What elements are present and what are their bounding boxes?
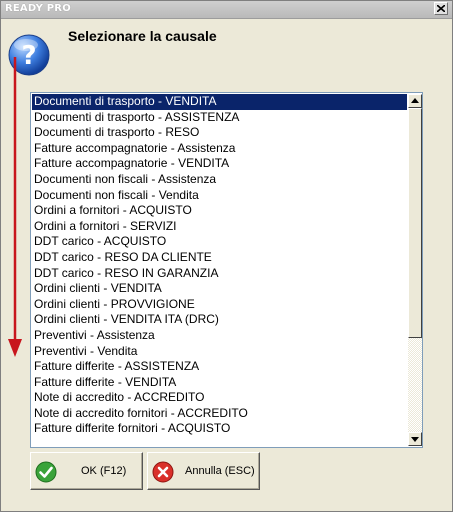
window-title: READY PRO bbox=[5, 3, 71, 14]
cancel-button[interactable]: Annulla (ESC) bbox=[147, 452, 260, 490]
list-item[interactable]: Documenti di trasporto - VENDITA bbox=[32, 94, 407, 110]
check-icon bbox=[35, 461, 57, 483]
list-item[interactable]: Documenti non fiscali - Assistenza bbox=[32, 172, 407, 188]
list-items: Documenti di trasporto - VENDITA Document… bbox=[32, 94, 407, 437]
scroll-up-icon bbox=[411, 98, 419, 103]
list-item[interactable]: DDT carico - RESO IN GARANZIA bbox=[32, 266, 407, 282]
scrollbar-thumb[interactable] bbox=[408, 108, 422, 338]
list-item[interactable]: Fatture accompagnatorie - Assistenza bbox=[32, 141, 407, 157]
list-item[interactable]: Documenti non fiscali - Vendita bbox=[32, 188, 407, 204]
scroll-up-button[interactable] bbox=[408, 94, 422, 108]
list-item[interactable]: DDT carico - ACQUISTO bbox=[32, 234, 407, 250]
title-bar[interactable]: READY PRO bbox=[1, 1, 452, 19]
close-icon bbox=[437, 5, 445, 12]
list-item[interactable]: Ordini a fornitori - ACQUISTO bbox=[32, 203, 407, 219]
list-item[interactable]: Fatture accompagnatorie - VENDITA bbox=[32, 156, 407, 172]
list-item[interactable]: Fatture differite - ASSISTENZA bbox=[32, 359, 407, 375]
list-item[interactable]: Fatture differite fornitori - ACQUISTO bbox=[32, 421, 407, 437]
list-item[interactable]: Fatture differite - VENDITA bbox=[32, 375, 407, 391]
list-item[interactable]: Preventivi - Vendita bbox=[32, 344, 407, 360]
list-item[interactable]: Ordini clienti - VENDITA ITA (DRC) bbox=[32, 312, 407, 328]
cancel-icon bbox=[152, 461, 174, 483]
close-button[interactable] bbox=[434, 2, 448, 15]
list-item[interactable]: Ordini clienti - VENDITA bbox=[32, 281, 407, 297]
list-item[interactable]: Documenti di trasporto - ASSISTENZA bbox=[32, 110, 407, 126]
causale-listbox[interactable]: Documenti di trasporto - VENDITA Document… bbox=[30, 92, 423, 448]
list-item[interactable]: Ordini a fornitori - SERVIZI bbox=[32, 219, 407, 235]
list-item[interactable]: DDT carico - RESO DA CLIENTE bbox=[32, 250, 407, 266]
list-item[interactable]: Ordini clienti - PROVVIGIONE bbox=[32, 297, 407, 313]
ok-button[interactable]: OK (F12) bbox=[30, 452, 143, 490]
scroll-down-button[interactable] bbox=[408, 432, 422, 446]
prompt-text: Selezionare la causale bbox=[68, 28, 217, 44]
cancel-button-label: Annulla (ESC) bbox=[185, 465, 255, 477]
dialog-window: READY PRO ? Selezionare la causale Docum… bbox=[0, 0, 453, 512]
vertical-scrollbar[interactable] bbox=[408, 94, 422, 446]
list-item[interactable]: Preventivi - Assistenza bbox=[32, 328, 407, 344]
ok-button-label: OK (F12) bbox=[81, 465, 127, 477]
down-arrow-icon bbox=[8, 57, 22, 357]
list-item[interactable]: Documenti di trasporto - RESO bbox=[32, 125, 407, 141]
list-item[interactable]: Note di accredito - ACCREDITO bbox=[32, 390, 407, 406]
scroll-down-icon bbox=[411, 437, 419, 442]
list-item[interactable]: Note di accredito fornitori - ACCREDITO bbox=[32, 406, 407, 422]
